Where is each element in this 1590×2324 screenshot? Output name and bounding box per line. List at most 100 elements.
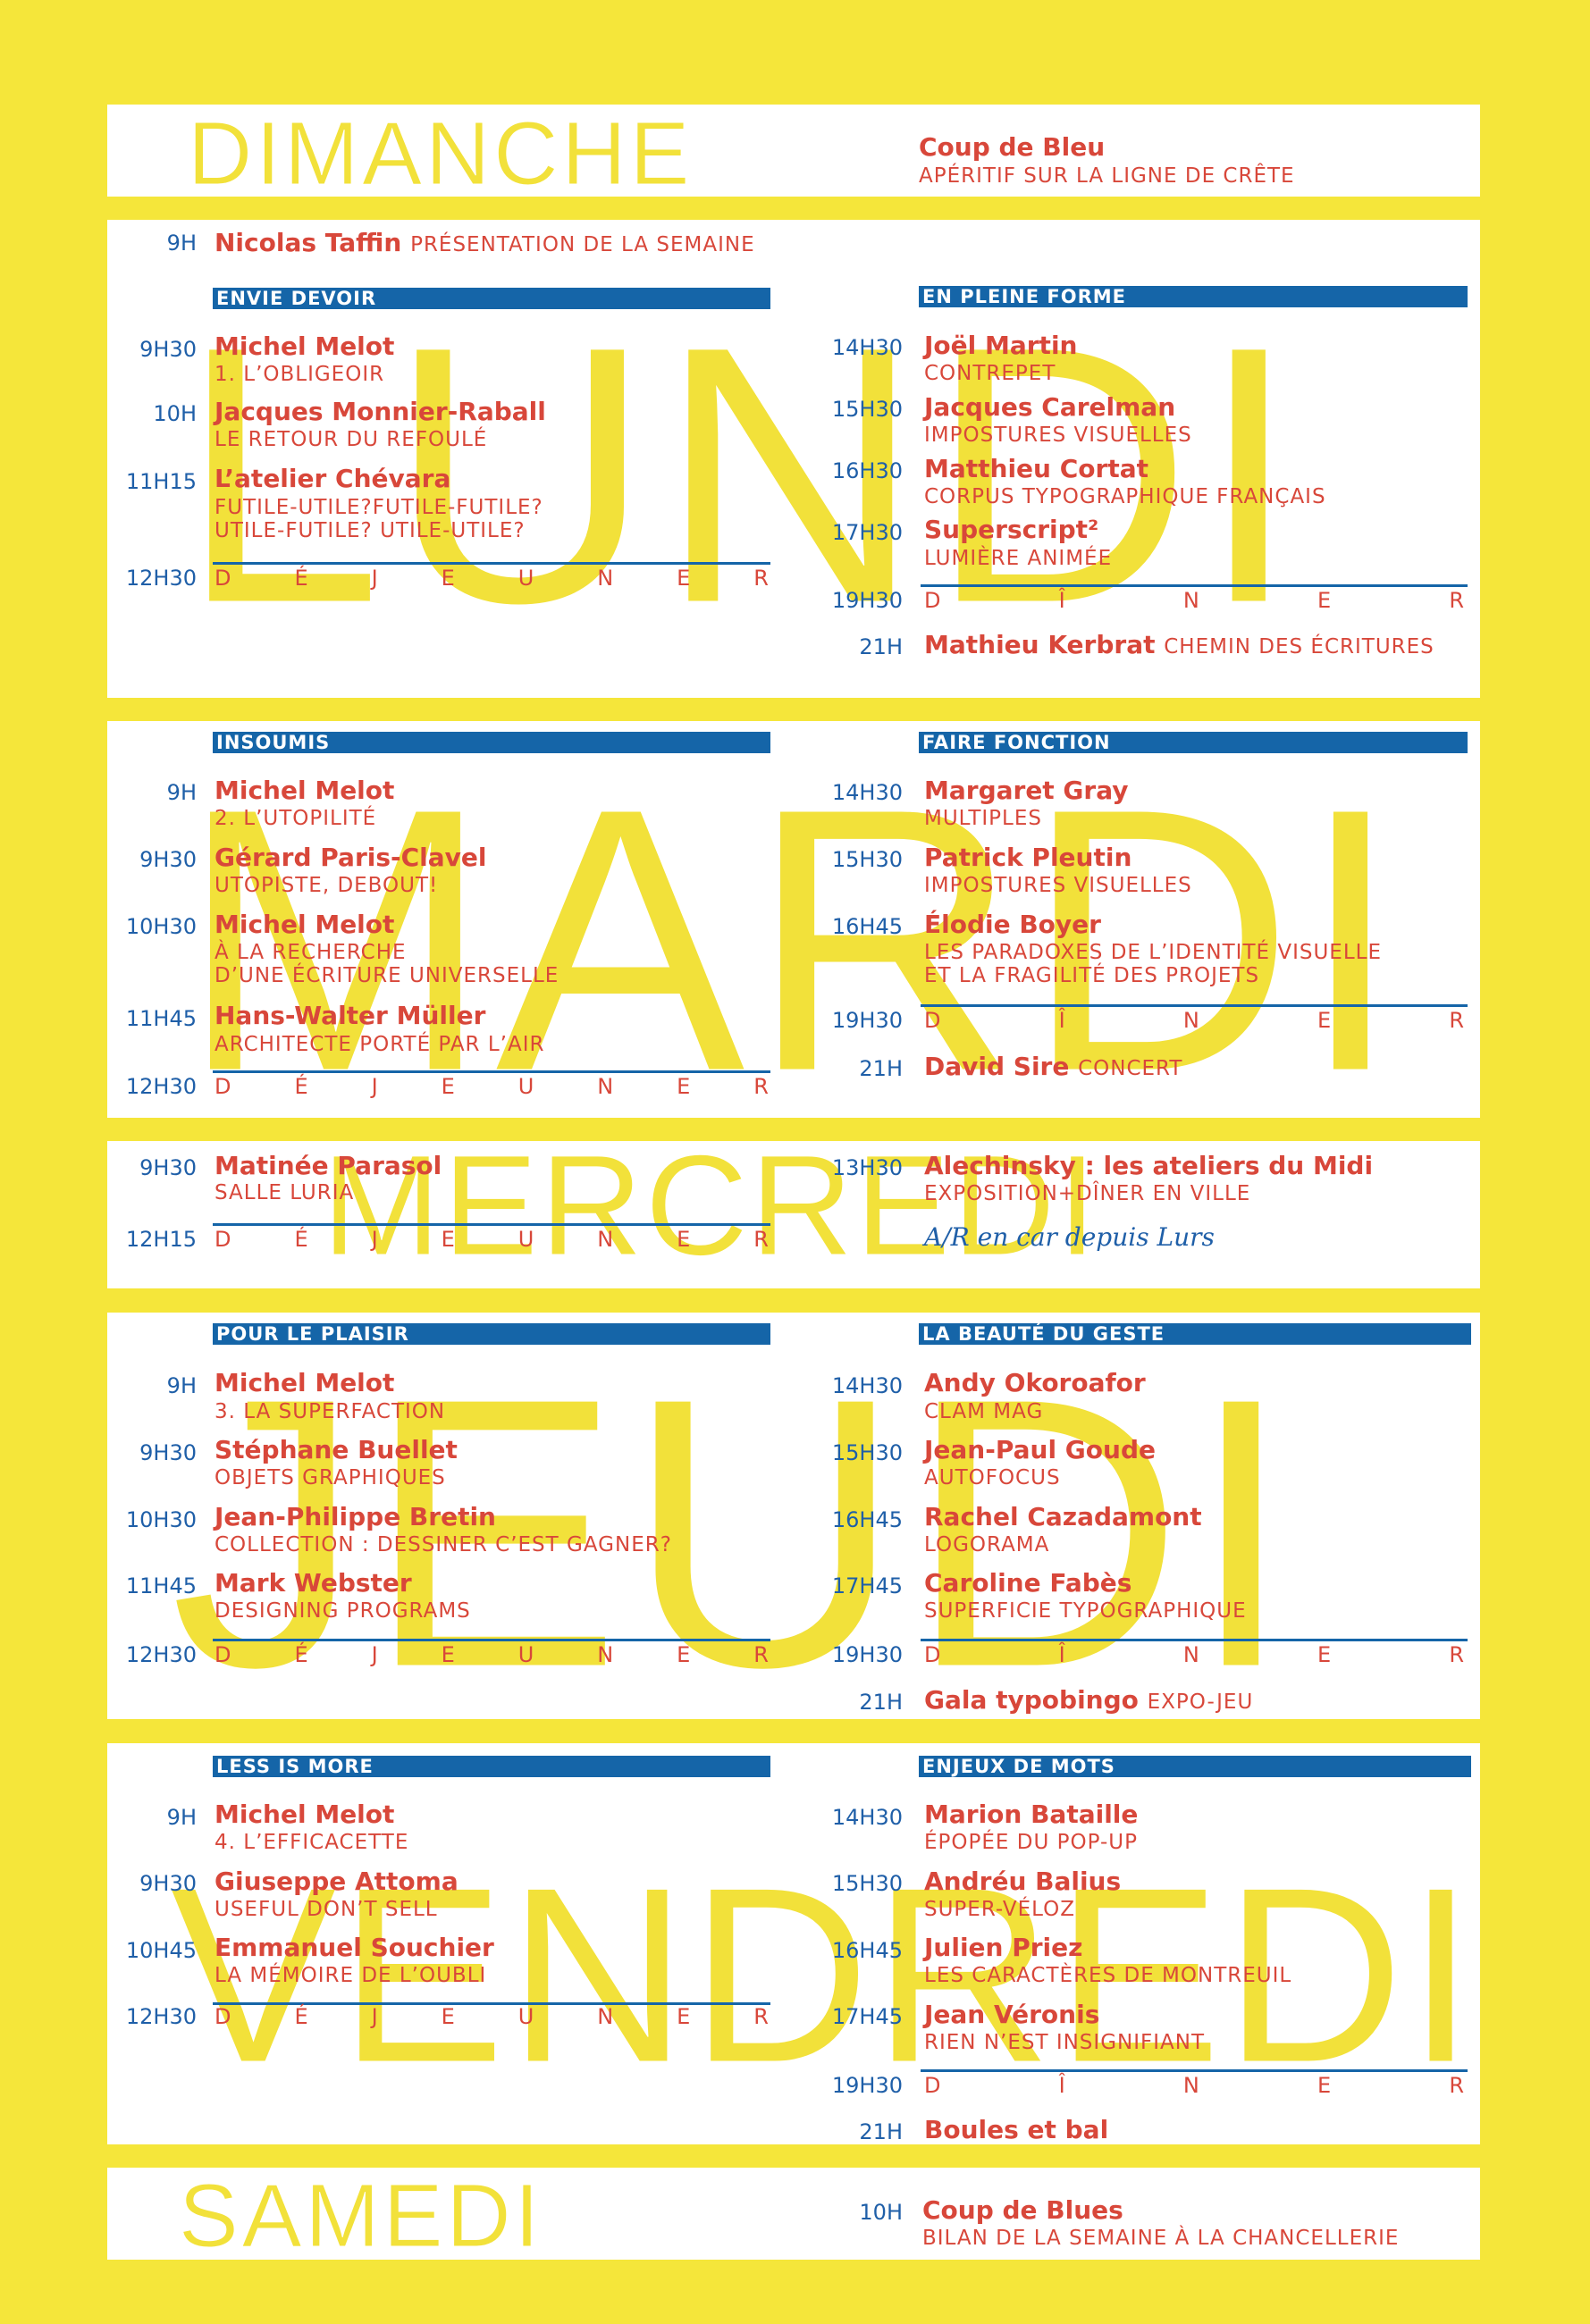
event-subtitle: LUMIÈRE ANIMÉE: [924, 547, 1113, 570]
meal-letter: Î: [1058, 2073, 1065, 2098]
event-time: 11H45: [125, 1573, 197, 1598]
meal-letter: R: [1449, 588, 1464, 613]
meal-letter: J: [371, 566, 378, 591]
meal-letter: J: [371, 1227, 378, 1252]
meal-letter: D: [215, 566, 231, 591]
session-header: LESS IS MORE: [213, 1756, 770, 1777]
event-subtitle: EXPOSITION+DÎNER EN VILLE: [924, 1182, 1251, 1205]
meal-letter: U: [517, 566, 534, 591]
event-name: Matthieu Cortat: [924, 454, 1148, 483]
meal-time: 19H30: [831, 588, 903, 613]
event-time: 10H: [859, 2200, 903, 2225]
session-header: POUR LE PLAISIR: [213, 1323, 770, 1345]
meal-letter: N: [1182, 1008, 1199, 1033]
meal-divider: [921, 1639, 1468, 1641]
meal-letter: N: [597, 1227, 614, 1252]
event-time: 17H45: [831, 1573, 903, 1598]
meal-letter: R: [1449, 1008, 1464, 1033]
session-header: ENJEUX DE MOTS: [919, 1756, 1471, 1777]
event-time: 10H30: [125, 914, 197, 939]
meal-time: 12H15: [125, 1227, 197, 1252]
event-time: 9H: [166, 780, 197, 805]
event-subtitle: UTILE-FUTILE? UTILE-UTILE?: [215, 519, 526, 542]
meal-divider: [213, 1639, 770, 1641]
event-time: 11H15: [125, 469, 197, 494]
meal-time: 19H30: [831, 1642, 903, 1667]
meal-letter: J: [371, 1074, 378, 1099]
meal-letter: E: [1317, 588, 1332, 613]
meal-letter: D: [215, 2004, 231, 2029]
event-name: Michel Melot: [215, 776, 395, 805]
event-time: 16H45: [831, 1507, 903, 1532]
event-name: Rachel Cazadamont: [924, 1502, 1202, 1531]
meal-letter: É: [294, 1642, 308, 1667]
event-time: 21H: [859, 1056, 903, 1081]
meal-label: DÉJEUNER: [215, 566, 769, 590]
event-time: 16H45: [831, 1938, 903, 1963]
meal-letter: U: [517, 2004, 534, 2029]
meal-letter: E: [441, 1227, 455, 1252]
event-name: Michel Melot: [215, 331, 395, 361]
meal-label: DÎNER: [924, 1643, 1464, 1666]
event-name: Joël Martin: [924, 331, 1078, 360]
day-panel-samedi: SAMEDI 10H Coup de Blues BILAN DE LA SEM…: [107, 2168, 1480, 2260]
meal-letter: D: [924, 2073, 941, 2098]
event-name: L’atelier Chévara: [215, 464, 451, 493]
meal-letter: N: [1182, 2073, 1199, 2098]
meal-letter: E: [677, 1642, 691, 1667]
meal-letter: N: [597, 1642, 614, 1667]
event-name: Michel Melot: [215, 1368, 395, 1397]
meal-letter: R: [753, 566, 769, 591]
event-name: Patrick Pleutin: [924, 843, 1132, 872]
meal-letter: É: [294, 2004, 308, 2029]
event-time: 15H30: [831, 1871, 903, 1896]
event-time: 9H: [166, 231, 197, 256]
event-subtitle: AUTOFOCUS: [924, 1466, 1061, 1489]
meal-divider: [213, 1070, 770, 1073]
event-name: Hans-Walter Müller: [215, 1001, 486, 1030]
event-name: Stéphane Buellet: [215, 1435, 458, 1464]
meal-divider: [921, 2069, 1468, 2072]
event-subtitle: LOGORAMA: [924, 1533, 1050, 1556]
event-name: Boules et bal: [924, 2115, 1109, 2144]
event-subtitle: ET LA FRAGILITÉ DES PROJETS: [924, 964, 1260, 987]
event-subtitle: PRÉSENTATION DE LA SEMAINE: [410, 233, 755, 256]
event-subtitle: 2. L’UTOPILITÉ: [215, 807, 377, 830]
meal-label: DÎNER: [924, 589, 1464, 612]
event-subtitle: LES CARACTÈRES DE MONTREUIL: [924, 1964, 1292, 1987]
event-subtitle: APÉRITIF SUR LA LIGNE DE CRÊTE: [919, 164, 1295, 188]
meal-letter: R: [753, 1642, 769, 1667]
event-name: Andréu Balius: [924, 1867, 1122, 1896]
event-name: Coup de Blues: [922, 2195, 1123, 2225]
event-subtitle: LES PARADOXES DE L’IDENTITÉ VISUELLE: [924, 941, 1382, 964]
meal-letter: E: [1317, 1008, 1332, 1033]
event-time: 15H30: [831, 1440, 903, 1465]
event-time: 10H: [153, 401, 197, 426]
day-panel-jeudi: JEUDI POUR LE PLAISIR 9H Michel Melot 3.…: [107, 1313, 1480, 1719]
event-subtitle: CONTREPET: [924, 362, 1056, 385]
event-time: 16H45: [831, 914, 903, 939]
event-time: 14H30: [831, 335, 903, 360]
event-name: Jacques Monnier-Raball: [215, 397, 546, 426]
event-time: 21H: [859, 1690, 903, 1715]
event-name: Jacques Carelman: [924, 392, 1176, 422]
event-subtitle: DESIGNING PROGRAMS: [215, 1599, 471, 1623]
event-time: 10H45: [125, 1938, 197, 1963]
meal-letter: N: [597, 566, 614, 591]
meal-letter: R: [753, 1074, 769, 1099]
session-header: INSOUMIS: [213, 732, 770, 753]
meal-letter: É: [294, 566, 308, 591]
event-subtitle: COLLECTION : DESSINER C’EST GAGNER?: [215, 1533, 672, 1556]
event-subtitle: LA MÉMOIRE DE L’OUBLI: [215, 1964, 487, 1987]
event-time: 21H: [859, 634, 903, 659]
event-subtitle: SUPER-VÉLOZ: [924, 1898, 1075, 1921]
event-subtitle: LE RETOUR DU REFOULÉ: [215, 428, 488, 451]
event-name: Superscript²: [924, 515, 1099, 544]
event-subtitle: 1. L’OBLIGEOIR: [215, 363, 385, 386]
meal-divider: [213, 1223, 770, 1226]
event-subtitle: MULTIPLES: [924, 807, 1042, 830]
event-name: Mathieu Kerbrat CHEMIN DES ÉCRITURES: [924, 630, 1434, 659]
meal-label: DÉJEUNER: [215, 2005, 769, 2028]
meal-letter: Î: [1058, 1642, 1065, 1667]
event-name: Michel Melot: [215, 910, 395, 939]
